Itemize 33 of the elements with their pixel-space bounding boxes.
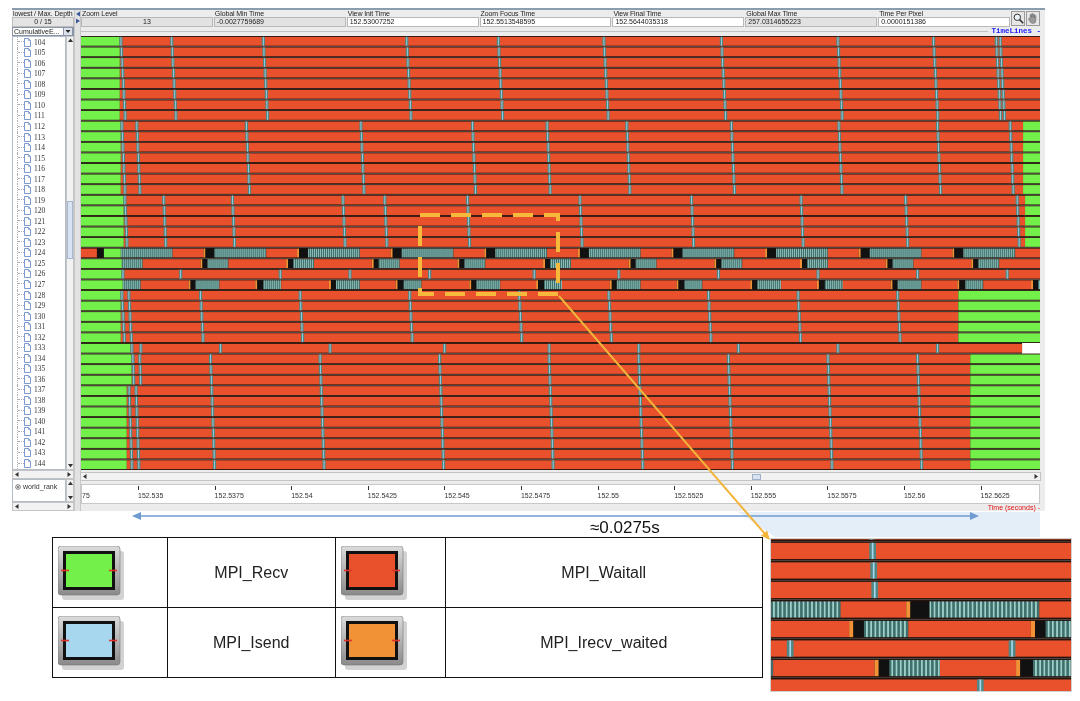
legend-label: MPI_Isend <box>213 633 290 651</box>
search-icon <box>1012 13 1024 24</box>
state-swatch-icon <box>340 545 407 600</box>
caret-icon[interactable] <box>63 27 73 36</box>
state-swatch-icon <box>340 615 407 670</box>
legend-label: MPI_Irecv_waited <box>540 633 668 651</box>
right-arrow-icon[interactable] <box>1033 473 1039 480</box>
expand-right-icon[interactable] <box>74 18 81 24</box>
vertical-scrollbar[interactable] <box>66 479 74 502</box>
state-swatch-icon <box>58 615 124 670</box>
vertical-scrollbar[interactable] <box>66 36 74 470</box>
search-button[interactable] <box>1011 11 1025 26</box>
span-label: ≈0.0275s <box>590 519 660 537</box>
up-arrow-icon[interactable] <box>66 37 74 43</box>
left-arrow-icon[interactable] <box>14 503 20 510</box>
down-arrow-icon[interactable] <box>66 495 74 501</box>
down-arrow-icon[interactable] <box>66 463 74 469</box>
horizontal-scrollbar[interactable] <box>12 502 74 511</box>
legend-label: MPI_Waitall <box>561 563 647 581</box>
right-arrow-icon[interactable] <box>66 471 72 478</box>
right-arrow-icon[interactable] <box>66 503 72 510</box>
root-node-icon <box>15 484 21 490</box>
horizontal-scrollbar[interactable] <box>80 472 1041 481</box>
left-arrow-icon[interactable] <box>14 471 20 478</box>
left-arrow-icon[interactable] <box>82 473 88 480</box>
horizontal-scrollbar[interactable] <box>12 470 74 479</box>
collapse-left-icon[interactable] <box>74 11 81 17</box>
state-swatch-icon <box>58 545 124 600</box>
scrollbar-thumb[interactable] <box>752 473 761 480</box>
up-arrow-icon[interactable] <box>66 480 74 486</box>
hand-icon <box>1028 13 1038 24</box>
legend-label: MPI_Recv <box>214 563 289 581</box>
scrollbar-thumb[interactable] <box>67 201 73 259</box>
